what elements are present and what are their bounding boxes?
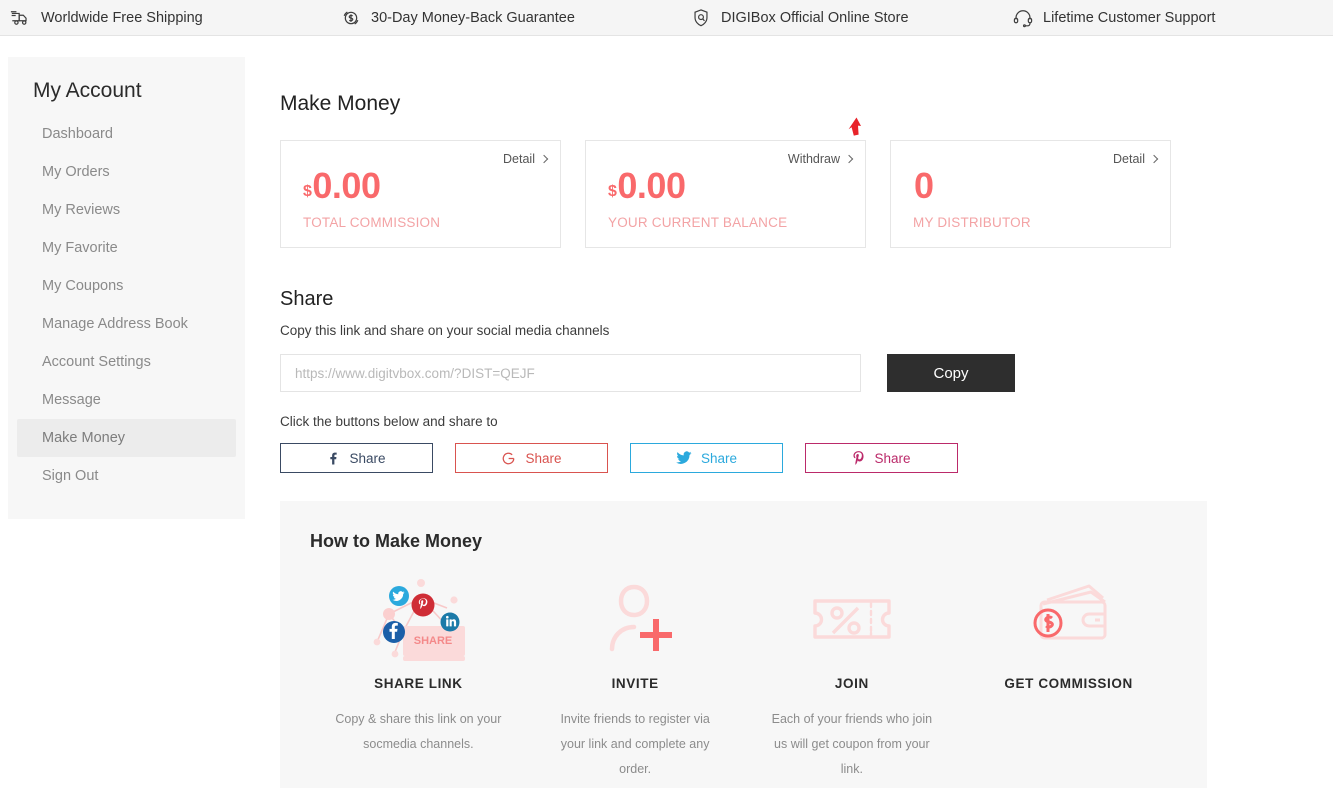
my-distributor-detail-label: Detail	[1113, 152, 1145, 166]
total-commission-detail-link[interactable]: Detail	[503, 152, 547, 166]
my-distributor-detail-link[interactable]: Detail	[1113, 152, 1157, 166]
how-to-make-money-panel: How to Make Money	[280, 501, 1207, 788]
wallet-money-icon	[960, 574, 1177, 662]
sidebar-nav: Dashboard My Orders My Reviews My Favori…	[8, 109, 245, 495]
google-icon	[501, 451, 516, 466]
my-distributor-value-group: 0	[913, 165, 1156, 207]
my-distributor-label: MY DISTRIBUTOR	[913, 215, 1156, 230]
current-balance-label: YOUR CURRENT BALANCE	[608, 215, 851, 230]
topbar-label-money-back: 30-Day Money-Back Guarantee	[371, 10, 575, 26]
current-balance-value-group: $ 0.00	[608, 165, 851, 207]
total-commission-value-group: $ 0.00	[303, 165, 546, 207]
topbar-label-official-store: DIGIBox Official Online Store	[721, 10, 909, 26]
withdraw-link[interactable]: Withdraw	[788, 152, 852, 166]
page-title: Make Money	[280, 92, 1333, 116]
total-commission-value: 0.00	[312, 165, 380, 207]
topbar-item-support: Lifetime Customer Support	[1012, 7, 1312, 29]
share-button-google[interactable]: Share	[455, 443, 608, 473]
delivery-truck-icon	[10, 7, 32, 29]
sidebar-item-manage-address-book[interactable]: Manage Address Book	[17, 305, 236, 343]
add-user-icon	[527, 574, 744, 662]
share-link-input[interactable]	[280, 354, 861, 392]
sidebar-title: My Account	[8, 57, 245, 109]
account-sidebar: My Account Dashboard My Orders My Review…	[8, 57, 245, 519]
how-to-step-desc-join: Each of your friends who join us will ge…	[744, 707, 961, 782]
card-total-commission: Detail $ 0.00 TOTAL COMMISSION	[280, 140, 561, 248]
share-button-pinterest[interactable]: Share	[805, 443, 958, 473]
social-share-buttons: Share Share Share	[280, 443, 1333, 473]
share-network-icon: SHARE	[310, 574, 527, 662]
how-to-step-join: JOIN Each of your friends who join us wi…	[744, 574, 961, 782]
money-back-icon	[340, 7, 362, 29]
card-my-distributor: Detail 0 MY DISTRIBUTOR	[890, 140, 1171, 248]
topbar-item-official-store: DIGIBox Official Online Store	[690, 7, 1012, 29]
how-to-step-name-get-commission: GET COMMISSION	[960, 676, 1177, 691]
currency-symbol: $	[608, 177, 616, 207]
topbar-item-money-back: 30-Day Money-Back Guarantee	[340, 7, 690, 29]
main-content: Make Money Detail $ 0.00 TOTAL COMMISSIO…	[245, 36, 1333, 788]
my-distributor-value: 0	[914, 165, 934, 207]
top-promo-bar: Worldwide Free Shipping 30-Day Money-Bac…	[0, 0, 1333, 36]
sidebar-item-account-settings[interactable]: Account Settings	[17, 343, 236, 381]
sidebar-item-my-orders[interactable]: My Orders	[17, 153, 236, 191]
share-button-facebook-label: Share	[349, 451, 385, 466]
chevron-right-icon	[845, 155, 853, 163]
how-to-step-get-commission: GET COMMISSION	[960, 574, 1177, 782]
page-body: My Account Dashboard My Orders My Review…	[0, 36, 1333, 788]
current-balance-value: 0.00	[617, 165, 685, 207]
currency-symbol: $	[303, 177, 311, 207]
red-arrow-pointer-icon	[842, 116, 866, 146]
share-button-facebook[interactable]: Share	[280, 443, 433, 473]
sidebar-item-my-favorite[interactable]: My Favorite	[17, 229, 236, 267]
total-commission-label: TOTAL COMMISSION	[303, 215, 546, 230]
sidebar-item-make-money[interactable]: Make Money	[17, 419, 236, 457]
share-button-twitter-label: Share	[701, 451, 737, 466]
sidebar-item-my-reviews[interactable]: My Reviews	[17, 191, 236, 229]
how-to-step-desc-share-link: Copy & share this link on your socmedia …	[310, 707, 527, 757]
share-subtitle: Copy this link and share on your social …	[280, 323, 1333, 338]
how-to-step-share-link: SHARE	[310, 574, 527, 782]
copy-button[interactable]: Copy	[887, 354, 1015, 392]
withdraw-label: Withdraw	[788, 152, 840, 166]
coupon-percent-icon	[744, 574, 961, 662]
how-to-step-name-share-link: SHARE LINK	[310, 676, 527, 691]
topbar-label-support: Lifetime Customer Support	[1043, 10, 1215, 26]
svg-text:SHARE: SHARE	[414, 635, 453, 647]
total-commission-detail-label: Detail	[503, 152, 535, 166]
facebook-icon	[327, 451, 340, 466]
pinterest-icon	[852, 450, 865, 466]
sidebar-item-sign-out[interactable]: Sign Out	[17, 457, 236, 495]
how-to-title: How to Make Money	[310, 531, 1177, 552]
share-section-title: Share	[280, 288, 1333, 311]
share-buttons-subtitle: Click the buttons below and share to	[280, 414, 1333, 429]
card-current-balance: Withdraw $ 0.00 YOUR CURRENT BALANCE	[585, 140, 866, 248]
how-to-step-name-join: JOIN	[744, 676, 961, 691]
twitter-icon	[676, 451, 692, 465]
sidebar-item-message[interactable]: Message	[17, 381, 236, 419]
sidebar-item-dashboard[interactable]: Dashboard	[17, 115, 236, 153]
how-to-step-invite: INVITE Invite friends to register via yo…	[527, 574, 744, 782]
chevron-right-icon	[1150, 155, 1158, 163]
share-link-row: Copy	[280, 354, 1333, 392]
share-button-twitter[interactable]: Share	[630, 443, 783, 473]
topbar-label-shipping: Worldwide Free Shipping	[41, 10, 203, 26]
chevron-right-icon	[540, 155, 548, 163]
headset-icon	[1012, 7, 1034, 29]
how-to-steps: SHARE	[310, 574, 1177, 782]
shield-icon	[690, 7, 712, 29]
share-button-google-label: Share	[525, 451, 561, 466]
sidebar-item-my-coupons[interactable]: My Coupons	[17, 267, 236, 305]
stat-cards: Detail $ 0.00 TOTAL COMMISSION Withdraw …	[280, 140, 1333, 248]
how-to-step-desc-invite: Invite friends to register via your link…	[527, 707, 744, 782]
topbar-item-shipping: Worldwide Free Shipping	[10, 7, 340, 29]
how-to-step-name-invite: INVITE	[527, 676, 744, 691]
share-button-pinterest-label: Share	[874, 451, 910, 466]
